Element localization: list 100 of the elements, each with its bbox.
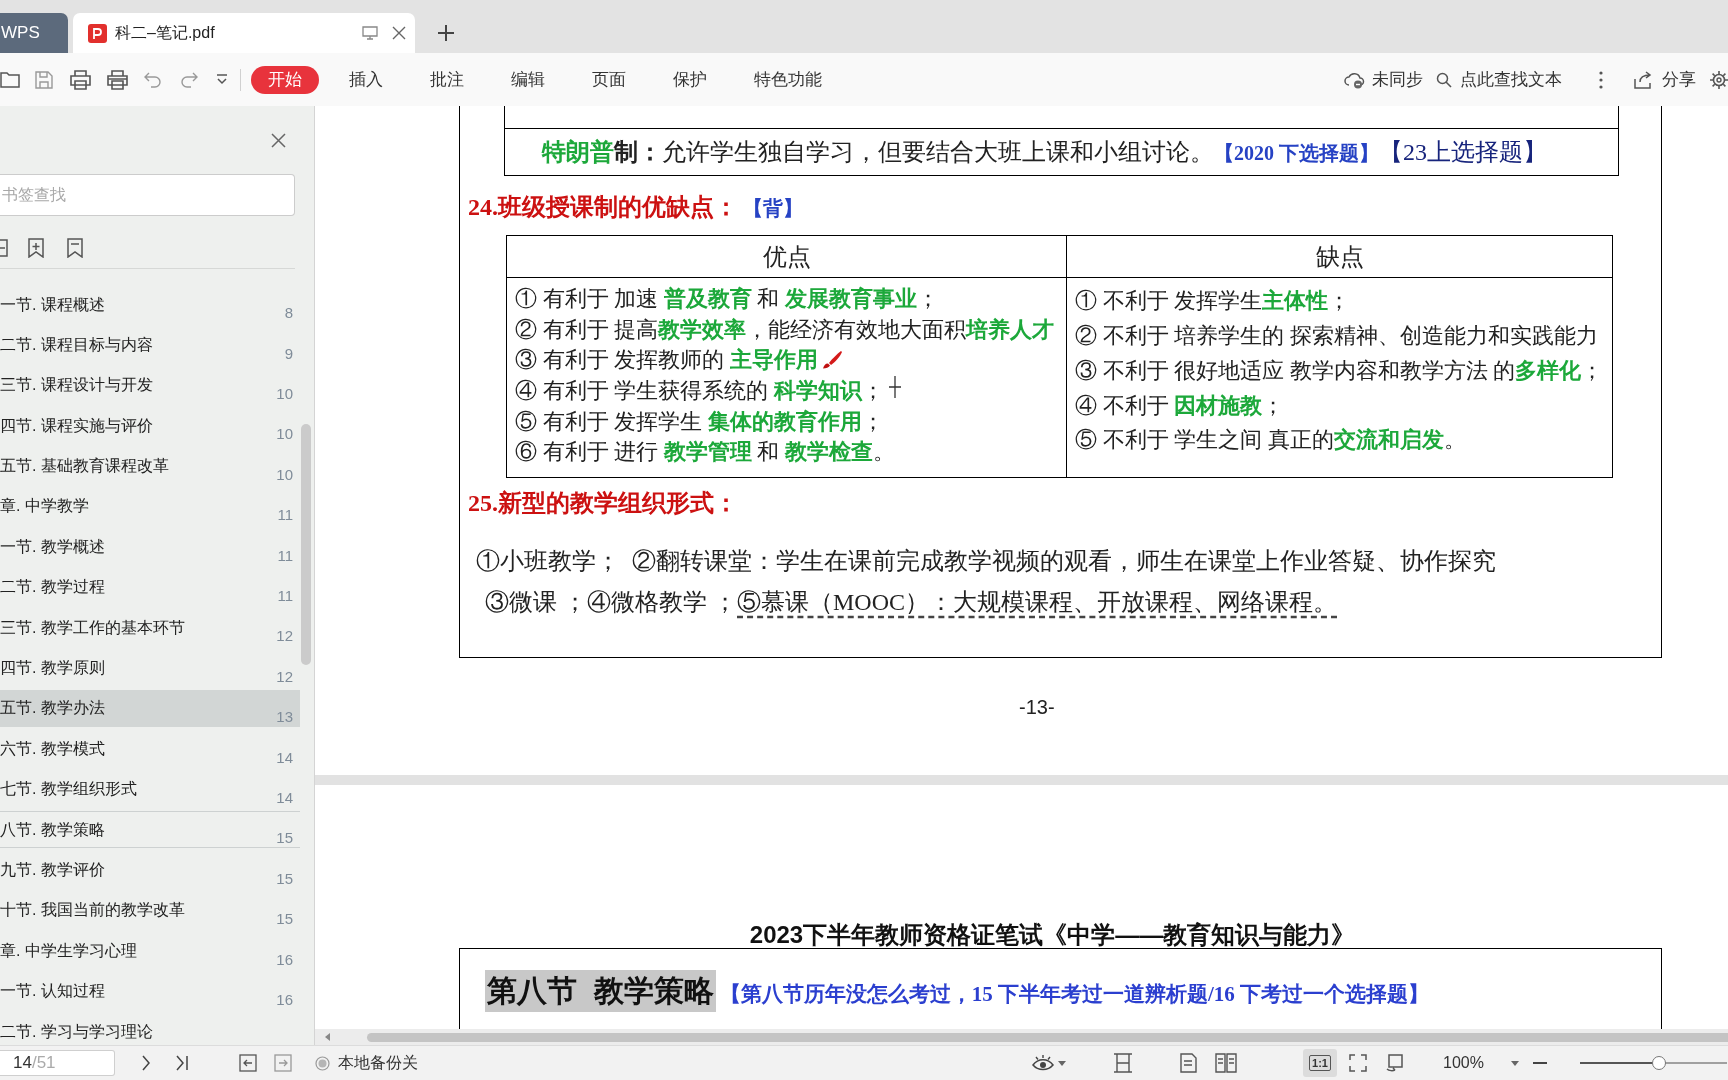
bookmark-icon[interactable] [66, 238, 84, 258]
zoom-mode-button[interactable]: 1:1 [1303, 1049, 1337, 1077]
page-number: 11 [277, 586, 293, 606]
bookmark-item[interactable]: 二节. 课程目标与内容 9 [0, 326, 300, 364]
two-page-icon[interactable] [1215, 1053, 1237, 1073]
search-icon [1436, 71, 1452, 88]
caret-icon[interactable] [1058, 1060, 1066, 1066]
close-icon[interactable] [392, 26, 406, 40]
page-number: 15 [276, 909, 293, 930]
caret-icon[interactable] [1510, 1060, 1519, 1066]
bookmark-item[interactable]: 章. 中学教学 11 [0, 487, 300, 525]
page-number: 16 [276, 989, 293, 1010]
undo-icon[interactable] [144, 71, 162, 88]
more-icon[interactable] [1599, 70, 1603, 89]
list-item: ① 不利于 发挥学生主体性； [1075, 287, 1350, 316]
tab[interactable]: WPS [0, 13, 68, 53]
text-line: ③微课 ；④微格教学 ；⑤慕课（MOOC）：大规模课程、开放课程、网络课程。 [485, 588, 1337, 617]
new-tab-icon[interactable] [438, 25, 454, 41]
bookmark-item[interactable]: 九节. 教学评价 15 [0, 851, 300, 889]
bookmark-item[interactable]: 一节. 教学概述 11 [0, 528, 300, 566]
add-bookmark-icon[interactable] [27, 238, 45, 258]
list-icon[interactable] [0, 239, 9, 257]
slider-thumb[interactable] [1652, 1056, 1667, 1070]
fit-page-icon [1349, 1054, 1367, 1072]
page-number: 9 [284, 343, 293, 364]
actual-size-label: 1:1 [1309, 1055, 1331, 1071]
page-number: 16 [276, 949, 293, 970]
bookmark-item[interactable]: 三节. 教学工作的基本环节 12 [0, 609, 300, 647]
bookmark-item[interactable]: 三节. 课程设计与开发 10 [0, 366, 300, 404]
bookmark-item[interactable]: 六节. 教学模式 14 [0, 730, 300, 768]
zoom-slider[interactable] [1579, 1056, 1727, 1070]
menu-tab[interactable]: 保护 [656, 65, 724, 94]
list-item: ⑤ 不利于 学生之间 真正的交流和启发。 [1075, 426, 1466, 455]
page-number: 15 [276, 828, 293, 849]
monitor-icon[interactable] [362, 26, 378, 40]
eye-icon[interactable] [1032, 1054, 1054, 1072]
zoom-level[interactable]: 100% [1443, 1051, 1484, 1075]
last-page-icon[interactable] [176, 1055, 188, 1071]
folder-icon[interactable] [0, 71, 20, 88]
menu-tab[interactable]: 编辑 [494, 65, 562, 94]
close-icon[interactable] [271, 132, 286, 148]
list-item: ② 有利于 提高教学效率，能经济有效地大面积培养人才 [515, 315, 1054, 344]
bookmark-item[interactable]: 八节. 教学策略 15 [0, 811, 300, 849]
page-number: 10 [276, 424, 293, 445]
tab[interactable]: 科二–笔记.pdf [73, 13, 415, 53]
bookmark-item[interactable]: 一节. 认知过程 16 [0, 972, 300, 1010]
section-note: 【第八节历年没怎么考过，15 下半年考过一道辨析题/16 下考过一个选择题】 [719, 980, 1429, 1008]
dropdown-icon[interactable] [216, 74, 228, 85]
page-number: 10 [276, 464, 293, 485]
redo-icon[interactable] [180, 71, 198, 88]
next-page-icon[interactable] [141, 1055, 151, 1071]
page-number: 13 [276, 707, 293, 728]
bookmark-item[interactable]: 二节. 教学过程 11 [0, 568, 300, 606]
find-text-button[interactable]: 点此查找文本 [1436, 66, 1562, 93]
radio-icon[interactable] [315, 1055, 330, 1071]
menu-tab[interactable]: 页面 [575, 65, 643, 94]
page-number: 14 [276, 747, 293, 768]
text-line: ①小班教学； ②翻转课堂：学生在课前完成教学视频的观看，师生在课堂上作业答疑、协作探究 [476, 547, 1496, 576]
bookmark-item[interactable]: 四节. 课程实施与评价 10 [0, 407, 300, 445]
single-page-icon[interactable] [1180, 1053, 1197, 1073]
fit-width-icon[interactable] [1113, 1053, 1133, 1073]
print-icon[interactable] [70, 69, 91, 90]
bookmark-item[interactable]: 五节. 教学办法 13 [0, 689, 300, 727]
bookmark-item[interactable]: 五节. 基础教育课程改革 10 [0, 447, 300, 485]
page-number: 12 [276, 666, 293, 687]
scrollbar-thumb[interactable] [367, 1032, 1728, 1042]
bookmark-item[interactable]: 七节. 教学组织形式 14 [0, 770, 300, 808]
bookmark-search-field[interactable]: 书签查找 [0, 174, 295, 216]
page-number-field[interactable]: 14/51 [0, 1050, 115, 1076]
section-heading: 25.新型的教学组织形式： [468, 489, 738, 518]
page-number: 10 [276, 384, 293, 405]
share-icon [1634, 70, 1652, 89]
backup-status[interactable]: 本地备份关 [338, 1051, 418, 1075]
page-number: 12 [276, 626, 293, 647]
column-header: 缺点 [1315, 242, 1364, 272]
menu-tab[interactable]: 开始 [251, 65, 319, 94]
page-number: 11 [277, 545, 293, 566]
scroll-left-icon[interactable] [325, 1033, 331, 1041]
sync-status-button[interactable]: 未同步 [1344, 66, 1423, 93]
list-item: ③ 有利于 发挥教师的 主导作用 [515, 346, 818, 375]
page-number: -13- [1019, 695, 1055, 719]
bookmark-item[interactable]: 一节. 课程概述 8 [0, 286, 300, 323]
scrollbar[interactable] [301, 424, 311, 665]
menu-tab[interactable]: 特色功能 [737, 65, 839, 94]
menu-tab[interactable]: 批注 [413, 65, 481, 94]
settings-icon[interactable] [1710, 70, 1728, 89]
page-header: 2023下半年教师资格证笔试《中学——教育知识与能力》 [749, 922, 1356, 948]
bookmark-item[interactable]: 章. 中学生学习心理 16 [0, 932, 300, 970]
bookmark-item[interactable]: 四节. 教学原则 12 [0, 649, 300, 687]
bookmark-item[interactable]: 十节. 我国当前的教学改革 15 [0, 891, 300, 929]
list-item: ③ 不利于 很好地适应 教学内容和教学方法 的多样化； [1075, 356, 1603, 385]
page-number: 15 [276, 868, 293, 889]
page-number: 11 [277, 505, 293, 526]
section-title: 第八节 教学策略 [485, 969, 716, 1012]
list-item: ⑥ 有利于 进行 教学管理 和 教学检查。 [515, 438, 895, 467]
back-icon[interactable] [239, 1054, 257, 1072]
bookmark-item[interactable]: 二节. 学习与学习理论 [0, 1013, 300, 1045]
print-icon[interactable] [107, 69, 128, 90]
share-button[interactable]: 分享 [1634, 66, 1696, 93]
menu-tab[interactable]: 插入 [332, 65, 400, 94]
